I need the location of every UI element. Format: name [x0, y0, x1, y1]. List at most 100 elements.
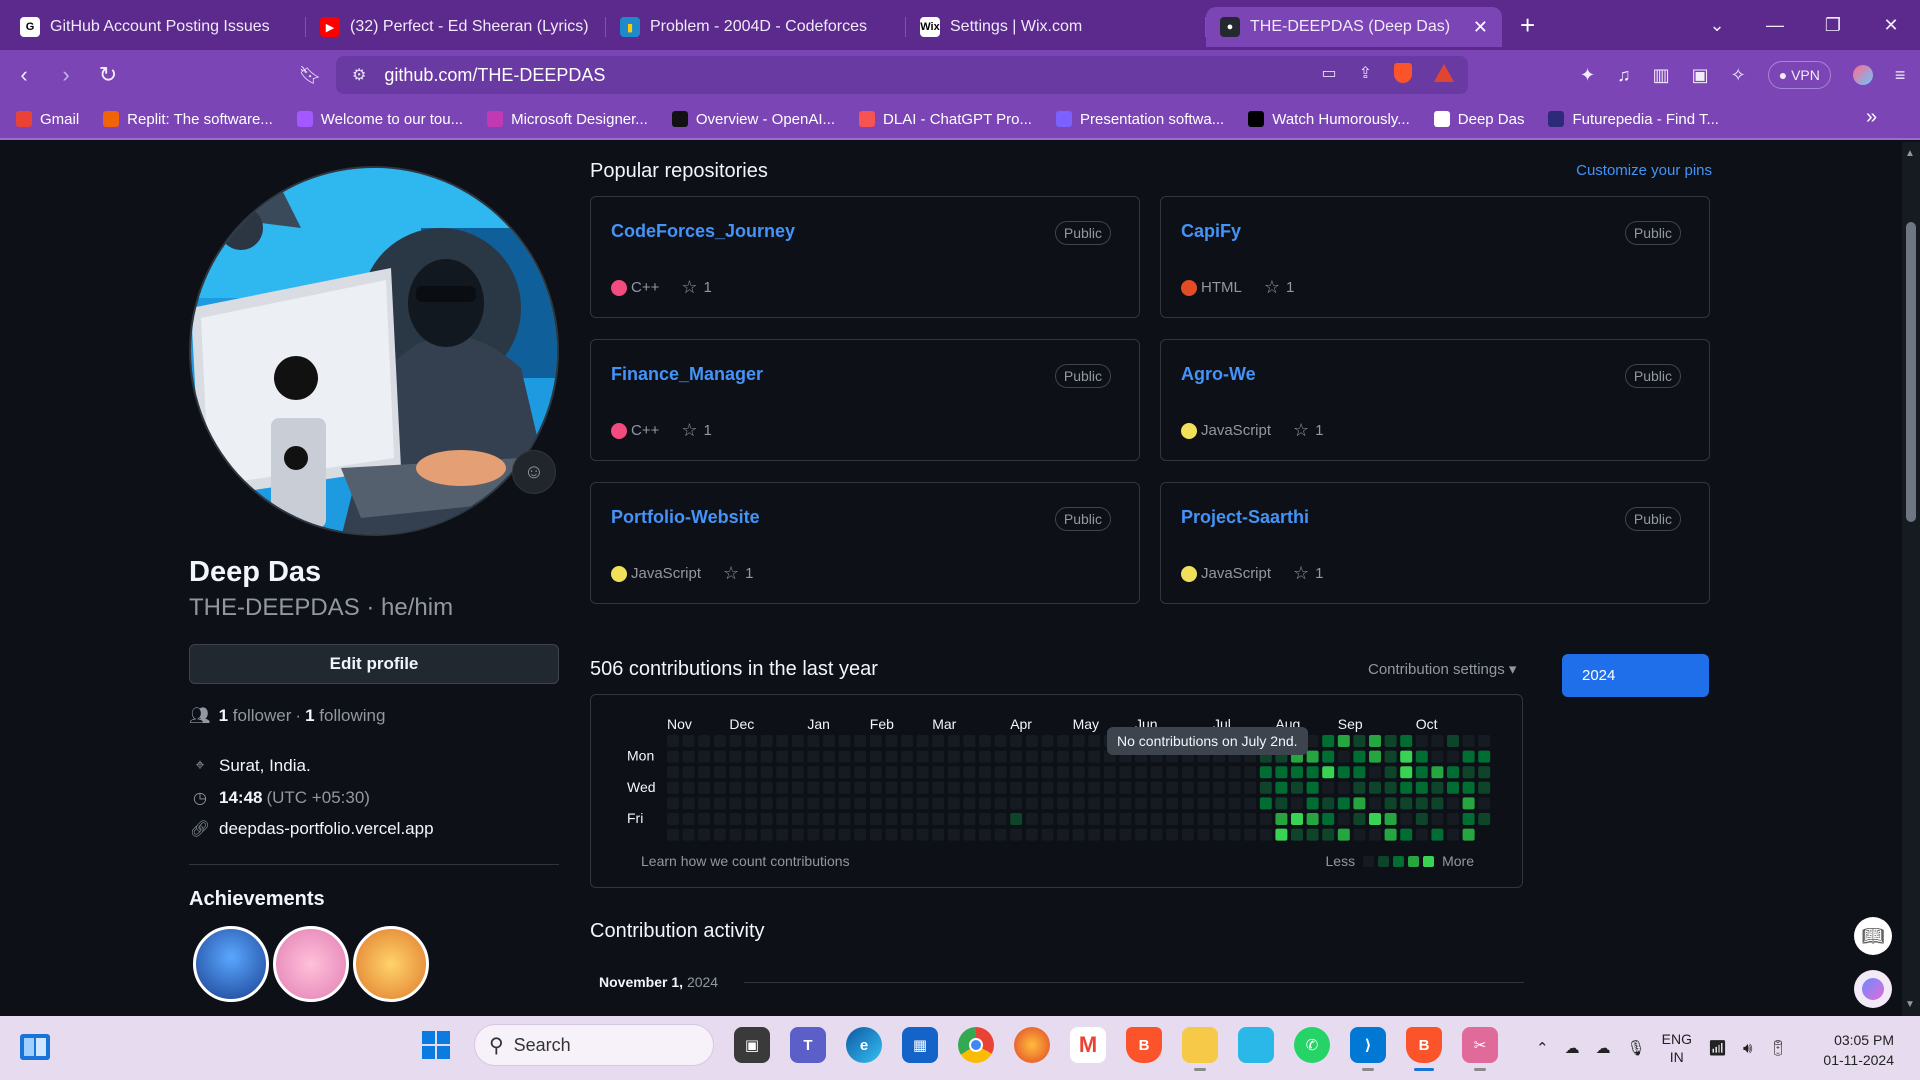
- contribution-day[interactable]: [1057, 766, 1069, 779]
- contribution-day[interactable]: [932, 766, 945, 779]
- contribution-day[interactable]: [979, 828, 991, 841]
- contribution-day[interactable]: [1119, 781, 1132, 794]
- contribution-day[interactable]: [760, 828, 773, 841]
- widgets-icon[interactable]: [18, 1030, 52, 1064]
- contribution-day[interactable]: [807, 750, 820, 763]
- contribution-day[interactable]: [1181, 797, 1194, 810]
- scroll-up-icon[interactable]: ▲: [1905, 148, 1915, 159]
- contribution-day[interactable]: [1244, 766, 1257, 779]
- contribution-day[interactable]: [994, 797, 1007, 810]
- contribution-day[interactable]: [698, 766, 711, 779]
- contribution-day[interactable]: [838, 766, 851, 779]
- contribution-day[interactable]: [760, 797, 773, 810]
- contribution-day[interactable]: [1010, 797, 1023, 810]
- taskbar-search[interactable]: ⚲ Search: [474, 1024, 714, 1066]
- repo-name-link[interactable]: CapiFy: [1181, 221, 1241, 242]
- contribution-day[interactable]: [885, 735, 898, 747]
- contribution-day[interactable]: [1259, 828, 1272, 841]
- wifi-icon[interactable]: 📶︎: [1708, 1039, 1727, 1057]
- contribution-day[interactable]: [1462, 813, 1475, 825]
- battery-icon[interactable]: 🔋︎: [1768, 1039, 1787, 1057]
- contribution-day[interactable]: [1291, 813, 1303, 825]
- contribution-day[interactable]: [1041, 813, 1054, 825]
- contribution-day[interactable]: [901, 813, 913, 825]
- contribution-day[interactable]: [854, 750, 867, 763]
- contribution-day[interactable]: [698, 781, 711, 794]
- contribution-day[interactable]: [869, 766, 882, 779]
- contribution-day[interactable]: [745, 797, 757, 810]
- contribution-day[interactable]: [1337, 781, 1350, 794]
- contribution-day[interactable]: [760, 750, 773, 763]
- contribution-day[interactable]: [901, 735, 913, 747]
- contribution-day[interactable]: [1150, 781, 1163, 794]
- contribution-day[interactable]: [1447, 828, 1459, 841]
- new-tab-button[interactable]: +: [1520, 10, 1535, 41]
- contribution-day[interactable]: [1213, 813, 1225, 825]
- contribution-day[interactable]: [823, 813, 835, 825]
- contribution-day[interactable]: [854, 781, 867, 794]
- contribution-day[interactable]: [1259, 781, 1272, 794]
- contribution-day[interactable]: [760, 813, 773, 825]
- contribution-day[interactable]: [916, 828, 929, 841]
- contribution-day[interactable]: [1369, 828, 1381, 841]
- bookmark-9[interactable]: Futurepedia - Find T...: [1548, 111, 1719, 128]
- contribution-day[interactable]: [1119, 766, 1132, 779]
- contribution-day[interactable]: [1431, 766, 1444, 779]
- contribution-day[interactable]: [869, 813, 882, 825]
- contribution-day[interactable]: [1291, 781, 1303, 794]
- contribution-day[interactable]: [1337, 750, 1350, 763]
- contribution-day[interactable]: [1322, 797, 1335, 810]
- contribution-day[interactable]: [1306, 750, 1319, 763]
- contribution-day[interactable]: [1088, 735, 1101, 747]
- contribution-day[interactable]: [1166, 781, 1179, 794]
- contribution-day[interactable]: [854, 813, 867, 825]
- contribution-day[interactable]: [1369, 797, 1381, 810]
- brave-icon[interactable]: B: [1126, 1027, 1162, 1063]
- bookmark-icon[interactable]: 🔖︎: [292, 65, 328, 86]
- reader-mode-icon[interactable]: 📖︎: [1854, 917, 1892, 955]
- contribution-day[interactable]: [1259, 813, 1272, 825]
- contribution-day[interactable]: [1244, 797, 1257, 810]
- contribution-day[interactable]: [667, 766, 679, 779]
- page-scrollbar[interactable]: ▲ ▼: [1902, 142, 1920, 1016]
- repo-stars[interactable]: 1: [704, 422, 712, 439]
- contribution-day[interactable]: [963, 797, 976, 810]
- contribution-day[interactable]: [963, 828, 976, 841]
- contribution-day[interactable]: [713, 813, 726, 825]
- contribution-day[interactable]: [979, 781, 991, 794]
- contribution-day[interactable]: [807, 781, 820, 794]
- contribution-day[interactable]: [823, 750, 835, 763]
- wallet-icon[interactable]: ▣: [1692, 65, 1709, 86]
- share-icon[interactable]: ⇪: [1359, 63, 1372, 83]
- contribution-day[interactable]: [947, 828, 960, 841]
- contribution-day[interactable]: [932, 781, 945, 794]
- contribution-day[interactable]: [1072, 750, 1085, 763]
- contribution-day[interactable]: [698, 813, 711, 825]
- contribution-day[interactable]: [667, 735, 679, 747]
- contribution-day[interactable]: [776, 750, 789, 763]
- repo-name-link[interactable]: Finance_Manager: [611, 364, 763, 385]
- contribution-day[interactable]: [1010, 781, 1023, 794]
- contribution-day[interactable]: [776, 766, 789, 779]
- contribution-day[interactable]: [1150, 797, 1163, 810]
- contribution-day[interactable]: [682, 750, 695, 763]
- contribution-day[interactable]: [729, 797, 742, 810]
- contribution-day[interactable]: [760, 766, 773, 779]
- media-icon[interactable]: ♫: [1617, 65, 1631, 86]
- gmail-icon[interactable]: M: [1070, 1027, 1106, 1063]
- contribution-day[interactable]: [1431, 828, 1444, 841]
- contribution-day[interactable]: [1415, 735, 1428, 747]
- contribution-day[interactable]: [1135, 813, 1147, 825]
- tab-2[interactable]: ▮ Problem - 2004D - Codeforces: [606, 7, 906, 47]
- contribution-day[interactable]: [947, 781, 960, 794]
- contribution-day[interactable]: [838, 828, 851, 841]
- contribution-day[interactable]: [1166, 813, 1179, 825]
- contribution-day[interactable]: [1057, 750, 1069, 763]
- contribution-day[interactable]: [901, 797, 913, 810]
- repo-stars[interactable]: 1: [1315, 422, 1323, 439]
- contribution-day[interactable]: [667, 750, 679, 763]
- contribution-day[interactable]: [1166, 766, 1179, 779]
- contribution-day[interactable]: [1478, 797, 1491, 810]
- url-field[interactable]: ⚙ github.com/THE-DEEPDAS ▭ ⇪: [336, 56, 1468, 94]
- profile-icon[interactable]: [1852, 65, 1873, 85]
